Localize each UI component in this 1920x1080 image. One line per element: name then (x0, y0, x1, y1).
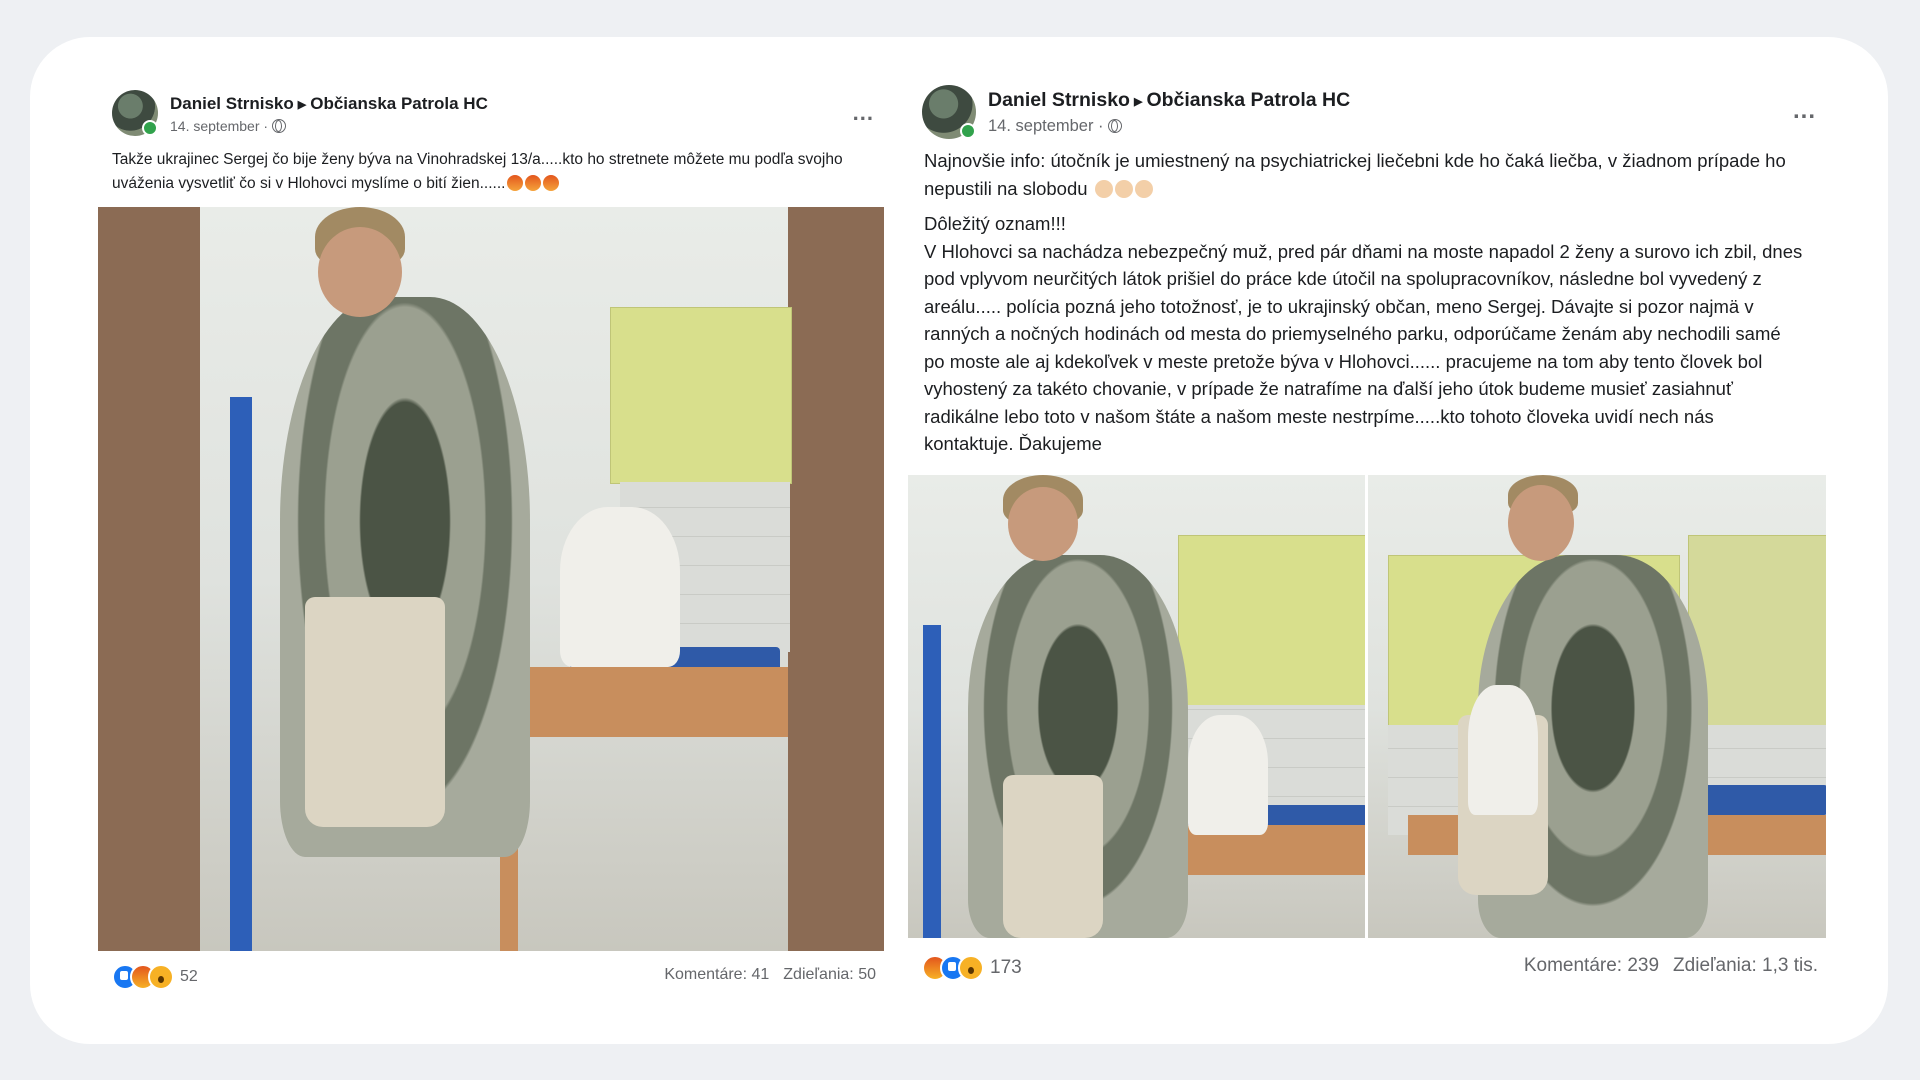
group-name-link[interactable]: Občianska Patrola HC (1146, 89, 1350, 111)
post-header: Daniel Strnisko ▶ Občianska Patrola HC 14.… (112, 90, 874, 140)
wow-reaction-icon (148, 964, 174, 990)
post-date-link[interactable]: 14. september · (170, 118, 268, 134)
caret-right-icon: ▶ (297, 99, 307, 111)
more-options-button[interactable]: ... (1793, 97, 1816, 125)
clapping-hands-emoji-icon (1114, 179, 1133, 198)
reactions-count: 52 (180, 968, 198, 985)
post-update-text: Najnovšie info: útočník je umiestnený na… (924, 150, 1786, 199)
post-meta: 14. september · (170, 118, 287, 134)
online-status-icon (960, 123, 976, 139)
globe-icon (272, 119, 287, 133)
angry-emoji-icon (507, 175, 524, 191)
caret-right-icon: ▶ (1133, 96, 1143, 108)
shares-count-link[interactable]: Zdieľania: 1,3 tis. (1673, 955, 1818, 976)
post-heading: Dôležitý oznam!!! (924, 213, 1066, 234)
author-name-link[interactable]: Daniel Strnisko (170, 94, 294, 113)
author-name-link[interactable]: Daniel Strnisko (988, 89, 1130, 111)
post-header: Daniel Strnisko ▶ Občianska Patrola HC 14.… (922, 85, 1816, 139)
post-stats: Komentáre: 239 Zdieľania: 1,3 tis. (1524, 955, 1818, 977)
post-date-link[interactable]: 14. september · (988, 117, 1104, 135)
angry-emoji-icon (543, 175, 560, 191)
clapping-hands-emoji-icon (1094, 179, 1113, 198)
shares-count-link[interactable]: Zdieľania: 50 (783, 966, 876, 983)
post-photo-1[interactable] (908, 475, 1365, 938)
group-name-link[interactable]: Občianska Patrola HC (310, 94, 488, 113)
post-1: Daniel Strnisko ▶ Občianska Patrola HC 14.… (98, 80, 884, 1000)
post-footer: 52 Komentáre: 41 Zdieľania: 50 (112, 962, 876, 990)
author-avatar[interactable] (112, 90, 158, 136)
online-status-icon (142, 120, 158, 136)
angry-emoji-icon (525, 175, 542, 191)
photo-scene (200, 207, 792, 951)
more-options-button[interactable]: ... (853, 100, 874, 126)
post-meta: 14. september · (988, 117, 1122, 136)
post-text-content: Takže ukrajinec Sergej čo bije ženy býva… (112, 151, 843, 192)
wow-reaction-icon (958, 955, 984, 981)
post-body-text: V Hlohovci sa nachádza nebezpečný muž, p… (924, 240, 1803, 455)
author-avatar[interactable] (922, 85, 976, 139)
clapping-hands-emoji-icon (1134, 179, 1153, 198)
reactions-count: 173 (990, 957, 1022, 978)
post-text: Takže ukrajinec Sergej čo bije ženy býva… (112, 148, 852, 196)
post-photo[interactable] (98, 207, 884, 951)
post-2: Daniel Strnisko ▶ Občianska Patrola HC 14.… (908, 75, 1826, 1000)
post-text: Najnovšie info: útočník je umiestnený na… (924, 147, 1804, 458)
globe-icon (1107, 119, 1122, 133)
comments-count-link[interactable]: Komentáre: 41 (664, 966, 769, 983)
post-stats: Komentáre: 41 Zdieľania: 50 (664, 966, 876, 984)
comments-count-link[interactable]: Komentáre: 239 (1524, 955, 1659, 976)
post-photo-2[interactable] (1368, 475, 1826, 938)
post-footer: 173 Komentáre: 239 Zdieľania: 1,3 tis. (922, 953, 1818, 981)
post-author-line: Daniel Strnisko ▶ Občianska Patrola HC (988, 89, 1350, 112)
reactions-summary[interactable]: 52 (112, 964, 198, 990)
reactions-summary[interactable]: 173 (922, 955, 1022, 981)
post-author-line: Daniel Strnisko ▶ Občianska Patrola HC (170, 94, 488, 114)
